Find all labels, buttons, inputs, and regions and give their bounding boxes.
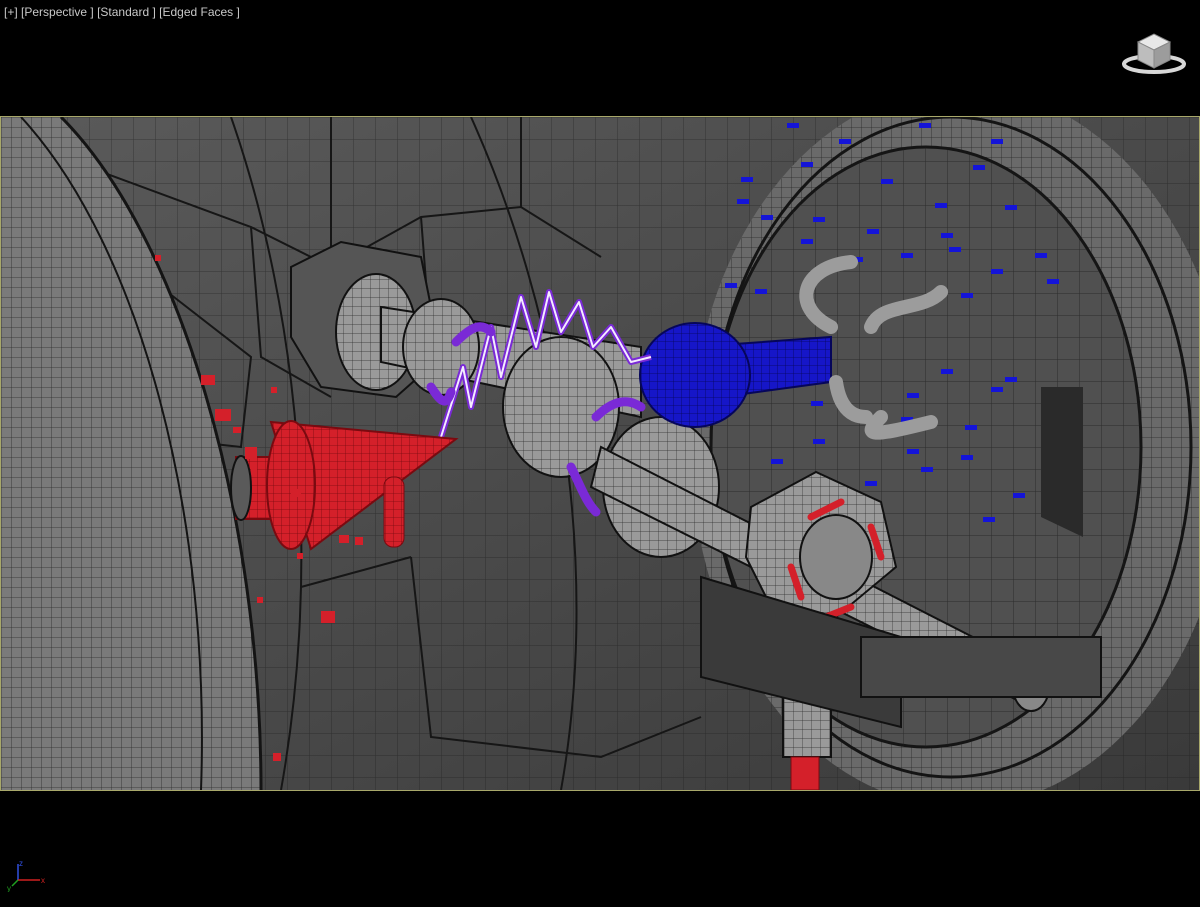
axis-y-label: y xyxy=(7,884,11,892)
perspective-viewport[interactable] xyxy=(0,116,1200,791)
axis-z-label: z xyxy=(19,859,23,868)
viewport-shading-label[interactable]: [Standard ] xyxy=(97,5,156,19)
viewport-edges-label[interactable]: [Edged Faces ] xyxy=(159,5,240,19)
viewcube-icon[interactable] xyxy=(1120,26,1188,76)
viewport-label: [+] [Perspective ] [Standard ] [Edged Fa… xyxy=(4,5,240,19)
viewport-view-label[interactable]: [Perspective ] xyxy=(21,5,94,19)
viewport-menu-plus[interactable]: [+] xyxy=(4,5,18,19)
axis-tripod: z x y xyxy=(6,858,50,893)
axis-x-label: x xyxy=(41,876,45,885)
